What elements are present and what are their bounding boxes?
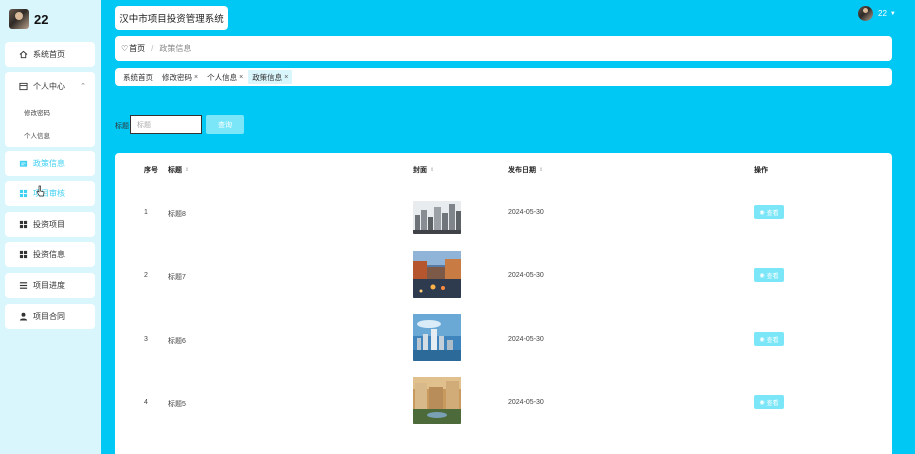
sidebar-item-label: 项目合同: [33, 312, 65, 321]
sidebar-item-label: 个人信息: [24, 132, 50, 140]
sidebar-item-project-progress[interactable]: 项目进度: [5, 273, 95, 298]
cover-image: [413, 377, 461, 424]
user-icon: [19, 312, 28, 321]
cover-image: [413, 314, 461, 361]
eye-icon: ◉: [759, 399, 765, 406]
cover-image: [413, 201, 461, 234]
list-icon: [19, 281, 28, 290]
heart-icon: ♡: [121, 44, 129, 53]
sidebar-item-investment-projects[interactable]: 投资项目: [5, 212, 95, 237]
row-title: 标题7: [168, 274, 186, 281]
caret-down-icon: ▼: [889, 10, 896, 17]
close-icon[interactable]: ×: [239, 74, 243, 81]
view-label: 查看: [766, 400, 779, 407]
sidebar-item-personal-center[interactable]: 个人中心 ⌃: [5, 72, 95, 100]
close-icon[interactable]: ×: [284, 74, 288, 81]
avatar: [9, 9, 29, 29]
row-index: 4: [144, 399, 148, 406]
sidebar-item-label: 项目进度: [33, 281, 65, 290]
tag-home[interactable]: 系统首页: [119, 70, 157, 84]
row-index: 2: [144, 272, 148, 279]
tag-label: 修改密码: [162, 72, 192, 82]
sidebar-item-label: 投资项目: [33, 220, 65, 229]
chevron-up-icon: ⌃: [80, 83, 86, 90]
breadcrumb: ♡ 首页 / 政策信息: [115, 36, 892, 61]
row-date: 2024-05-30: [508, 399, 544, 406]
view-button[interactable]: ◉ 查看: [754, 205, 784, 219]
sidebar-item-label: 投资信息: [33, 250, 65, 259]
app-title: 汉中市项目投资管理系统: [115, 6, 228, 30]
sidebar-brand: 22: [0, 0, 101, 38]
column-header-cover[interactable]: 封面 ⇕: [413, 165, 434, 175]
sidebar-item-project-contract[interactable]: 项目合同: [5, 304, 95, 329]
sidebar-group-personal: 个人中心 ⌃ 修改密码 个人信息: [5, 72, 95, 147]
tag-label: 个人信息: [207, 72, 238, 82]
sidebar-item-home[interactable]: 系统首页: [5, 42, 95, 67]
grid-icon: [19, 250, 28, 259]
row-title: 标题5: [168, 401, 186, 408]
avatar: [858, 6, 873, 21]
row-index: 1: [144, 209, 148, 216]
sidebar-item-label: 个人中心: [33, 81, 65, 91]
view-label: 查看: [766, 273, 779, 280]
tag-personal-info[interactable]: 个人信息 ×: [203, 70, 247, 84]
close-icon[interactable]: ×: [194, 74, 198, 81]
user-menu[interactable]: 22 ▼: [858, 6, 896, 21]
breadcrumb-home-label: 首页: [129, 44, 146, 53]
sort-icon[interactable]: ⇕: [185, 167, 189, 173]
user-name: 22: [878, 9, 887, 18]
row-title: 标题8: [168, 211, 186, 218]
tag-policy-info[interactable]: 政策信息 ×: [248, 70, 293, 84]
sidebar-subitem-change-password[interactable]: 修改密码: [5, 100, 95, 123]
breadcrumb-current: 政策信息: [159, 44, 192, 53]
column-header-index: 序号: [144, 167, 158, 174]
search-input[interactable]: 标题: [130, 115, 202, 134]
row-date: 2024-05-30: [508, 272, 544, 279]
column-header-title[interactable]: 标题 ⇕: [168, 165, 189, 175]
grid-icon: [19, 220, 28, 229]
row-date: 2024-05-30: [508, 209, 544, 216]
column-header-action: 操作: [754, 167, 768, 174]
view-label: 查看: [766, 337, 779, 344]
sort-icon[interactable]: ⇕: [539, 167, 543, 173]
tags-bar: 系统首页 修改密码 × 个人信息 × 政策信息 ×: [115, 68, 892, 86]
sidebar-item-label: 修改密码: [24, 109, 50, 117]
sidebar-item-label: 系统首页: [33, 50, 65, 59]
tag-label: 政策信息: [252, 72, 283, 82]
breadcrumb-separator: /: [151, 44, 154, 53]
cover-image: [413, 251, 461, 298]
view-button[interactable]: ◉ 查看: [754, 395, 784, 409]
eye-icon: ◉: [759, 336, 765, 343]
column-header-date[interactable]: 发布日期 ⇕: [508, 165, 543, 175]
sidebar-username: 22: [34, 11, 49, 27]
sidebar-item-project-review[interactable]: 项目审核: [5, 181, 95, 206]
mouse-cursor-icon: [36, 185, 45, 197]
home-icon: [19, 50, 28, 59]
search-label: 标题: [115, 123, 129, 130]
sidebar-subitem-personal-info[interactable]: 个人信息: [5, 123, 95, 146]
sidebar-item-investment-info[interactable]: 投资信息: [5, 242, 95, 267]
sidebar-item-policy[interactable]: 政策信息: [5, 151, 95, 176]
view-button[interactable]: ◉ 查看: [754, 268, 784, 282]
row-index: 3: [144, 336, 148, 343]
search-button[interactable]: 查询: [206, 115, 244, 134]
policy-icon: [19, 159, 28, 168]
profile-icon: [19, 82, 28, 91]
sidebar-item-label: 政策信息: [33, 159, 65, 168]
row-date: 2024-05-30: [508, 336, 544, 343]
view-label: 查看: [766, 210, 779, 217]
sidebar: 22 系统首页 个人中心 ⌃ 修改密码 个人信息 政策信息 项目审核 投资项目 …: [0, 0, 101, 454]
eye-icon: ◉: [759, 209, 765, 216]
tag-label: 系统首页: [123, 72, 153, 82]
grid-icon: [19, 189, 28, 198]
sort-icon[interactable]: ⇕: [430, 167, 434, 173]
eye-icon: ◉: [759, 272, 765, 279]
breadcrumb-home[interactable]: ♡ 首页: [121, 43, 145, 54]
tag-change-password[interactable]: 修改密码 ×: [158, 70, 202, 84]
row-title: 标题6: [168, 338, 186, 345]
view-button[interactable]: ◉ 查看: [754, 332, 784, 346]
